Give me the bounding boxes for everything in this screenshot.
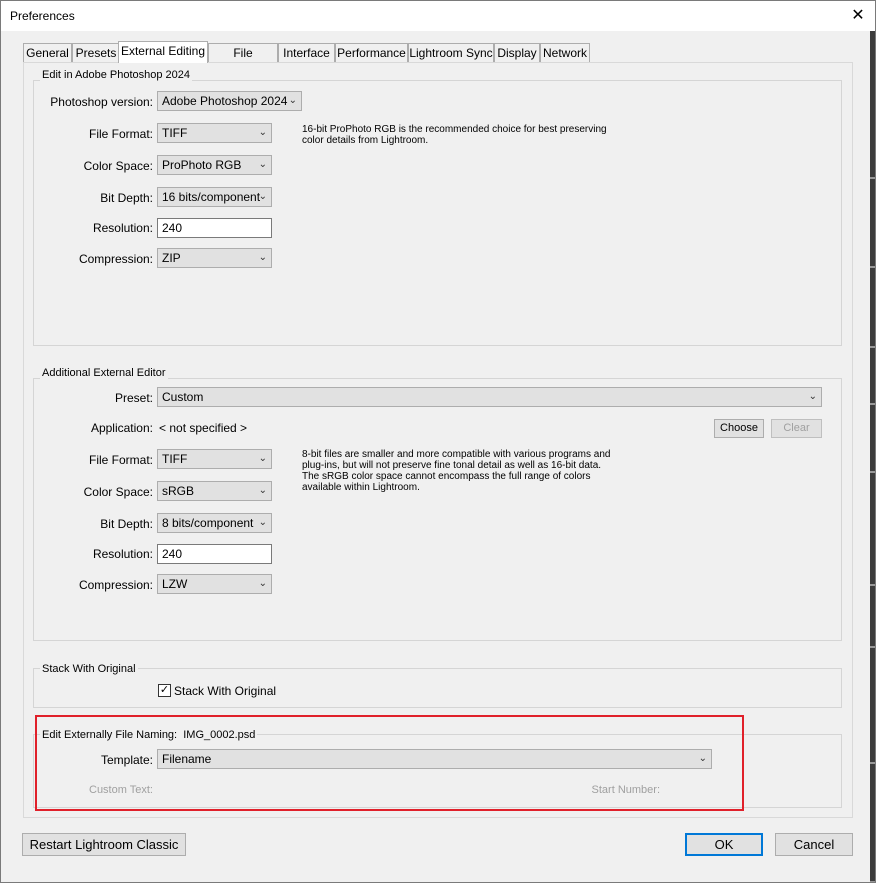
- chevron-down-icon: ⌄: [258, 485, 267, 496]
- ps-file-format-label: File Format:: [88, 127, 153, 141]
- note-line: 16-bit ProPhoto RGB is the recommended c…: [302, 124, 607, 135]
- tab-external-editing[interactable]: External Editing: [118, 41, 208, 63]
- chevron-down-icon: ⌄: [258, 127, 267, 138]
- ps-file-format-select[interactable]: TIFF ⌄: [157, 123, 272, 143]
- stack-group-title: Stack With Original: [40, 663, 138, 675]
- ae-color-space-select[interactable]: sRGB ⌄: [157, 481, 272, 501]
- additional-editor-group: [33, 378, 842, 641]
- ps-bit-depth-label: Bit Depth:: [100, 191, 153, 205]
- application-value: < not specified >: [159, 421, 248, 435]
- ae-file-format-value: TIFF: [162, 452, 188, 466]
- preset-select[interactable]: Custom ⌄: [157, 387, 822, 407]
- chevron-down-icon: ⌄: [258, 453, 267, 464]
- note-line: 8-bit files are smaller and more compati…: [302, 449, 611, 460]
- ps-compression-label: Compression:: [78, 252, 153, 266]
- chevron-down-icon: ⌄: [258, 578, 267, 589]
- chevron-down-icon: ⌄: [258, 191, 267, 202]
- ae-compression-select[interactable]: LZW ⌄: [157, 574, 272, 594]
- ps-compression-select[interactable]: ZIP ⌄: [157, 248, 272, 268]
- tab-display[interactable]: Display: [494, 43, 540, 62]
- ps-bit-depth-select[interactable]: 16 bits/component ⌄: [157, 187, 272, 207]
- stack-group: [33, 668, 842, 708]
- ok-button[interactable]: OK: [685, 833, 763, 856]
- chevron-down-icon: ⌄: [258, 517, 267, 528]
- preset-label: Preset:: [114, 391, 153, 405]
- note-line: The sRGB color space cannot encompass th…: [302, 471, 591, 482]
- chevron-down-icon: ⌄: [288, 95, 297, 106]
- check-icon: ✓: [159, 684, 170, 696]
- ps-compression-value: ZIP: [162, 251, 181, 265]
- photoshop-group: [33, 80, 842, 346]
- tab-lightroom-sync[interactable]: Lightroom Sync: [408, 43, 494, 62]
- photoshop-group-title: Edit in Adobe Photoshop 2024: [40, 69, 193, 81]
- photoshop-version-label: Photoshop version:: [50, 95, 153, 109]
- ae-color-space-value: sRGB: [162, 484, 195, 498]
- close-icon[interactable]: ✕: [845, 6, 871, 28]
- stack-with-original-label: Stack With Original: [174, 684, 277, 698]
- ps-resolution-input[interactable]: 240: [157, 218, 272, 238]
- ae-compression-value: LZW: [162, 577, 188, 591]
- stack-with-original-checkbox[interactable]: ✓: [158, 684, 171, 697]
- note-line: plug-ins, but will not preserve fine ton…: [302, 460, 602, 471]
- preset-value: Custom: [162, 390, 204, 404]
- ps-color-space-select[interactable]: ProPhoto RGB ⌄: [157, 155, 272, 175]
- photoshop-version-select[interactable]: Adobe Photoshop 2024 ⌄: [157, 91, 302, 111]
- ps-bit-depth-value: 16 bits/component: [162, 190, 261, 204]
- tab-general[interactable]: General: [23, 43, 72, 62]
- window-title: Preferences: [10, 9, 75, 23]
- note-line: color details from Lightroom.: [302, 135, 429, 146]
- tab-presets[interactable]: Presets: [72, 43, 120, 62]
- ae-resolution-input[interactable]: 240: [157, 544, 272, 564]
- background-window-edge: [870, 31, 876, 883]
- tab-file-handling[interactable]: File Handling: [208, 43, 278, 79]
- cancel-button[interactable]: Cancel: [775, 833, 853, 856]
- ae-compression-label: Compression:: [78, 578, 153, 592]
- ps-recommendation-note: 16-bit ProPhoto RGB is the recommended c…: [302, 124, 607, 146]
- highlight-box: [35, 715, 744, 811]
- tab-interface[interactable]: Interface: [278, 43, 335, 62]
- ps-file-format-value: TIFF: [162, 126, 188, 140]
- tab-network[interactable]: Network: [540, 43, 590, 62]
- note-line: available within Lightroom.: [302, 482, 420, 493]
- ae-compatibility-note: 8-bit files are smaller and more compati…: [302, 449, 610, 493]
- ae-bit-depth-value: 8 bits/component: [162, 516, 254, 530]
- ae-file-format-label: File Format:: [88, 453, 153, 467]
- choose-button[interactable]: Choose: [714, 419, 764, 438]
- photoshop-version-value: Adobe Photoshop 2024: [162, 94, 288, 108]
- ps-resolution-label: Resolution:: [92, 221, 153, 235]
- clear-button[interactable]: Clear: [771, 419, 822, 438]
- ae-bit-depth-select[interactable]: 8 bits/component ⌄: [157, 513, 272, 533]
- ps-color-space-value: ProPhoto RGB: [162, 158, 242, 172]
- chevron-down-icon: ⌄: [258, 252, 267, 263]
- application-label: Application:: [90, 421, 153, 435]
- ae-color-space-label: Color Space:: [83, 485, 153, 499]
- ps-color-space-label: Color Space:: [83, 159, 153, 173]
- additional-editor-group-title: Additional External Editor: [40, 367, 168, 379]
- ae-bit-depth-label: Bit Depth:: [100, 517, 153, 531]
- restart-lightroom-button[interactable]: Restart Lightroom Classic: [22, 833, 186, 856]
- ae-resolution-label: Resolution:: [92, 547, 153, 561]
- title-bar: Preferences ✕: [1, 1, 875, 31]
- tab-performance[interactable]: Performance: [335, 43, 408, 62]
- chevron-down-icon: ⌄: [258, 159, 267, 170]
- ae-file-format-select[interactable]: TIFF ⌄: [157, 449, 272, 469]
- chevron-down-icon: ⌄: [808, 391, 817, 402]
